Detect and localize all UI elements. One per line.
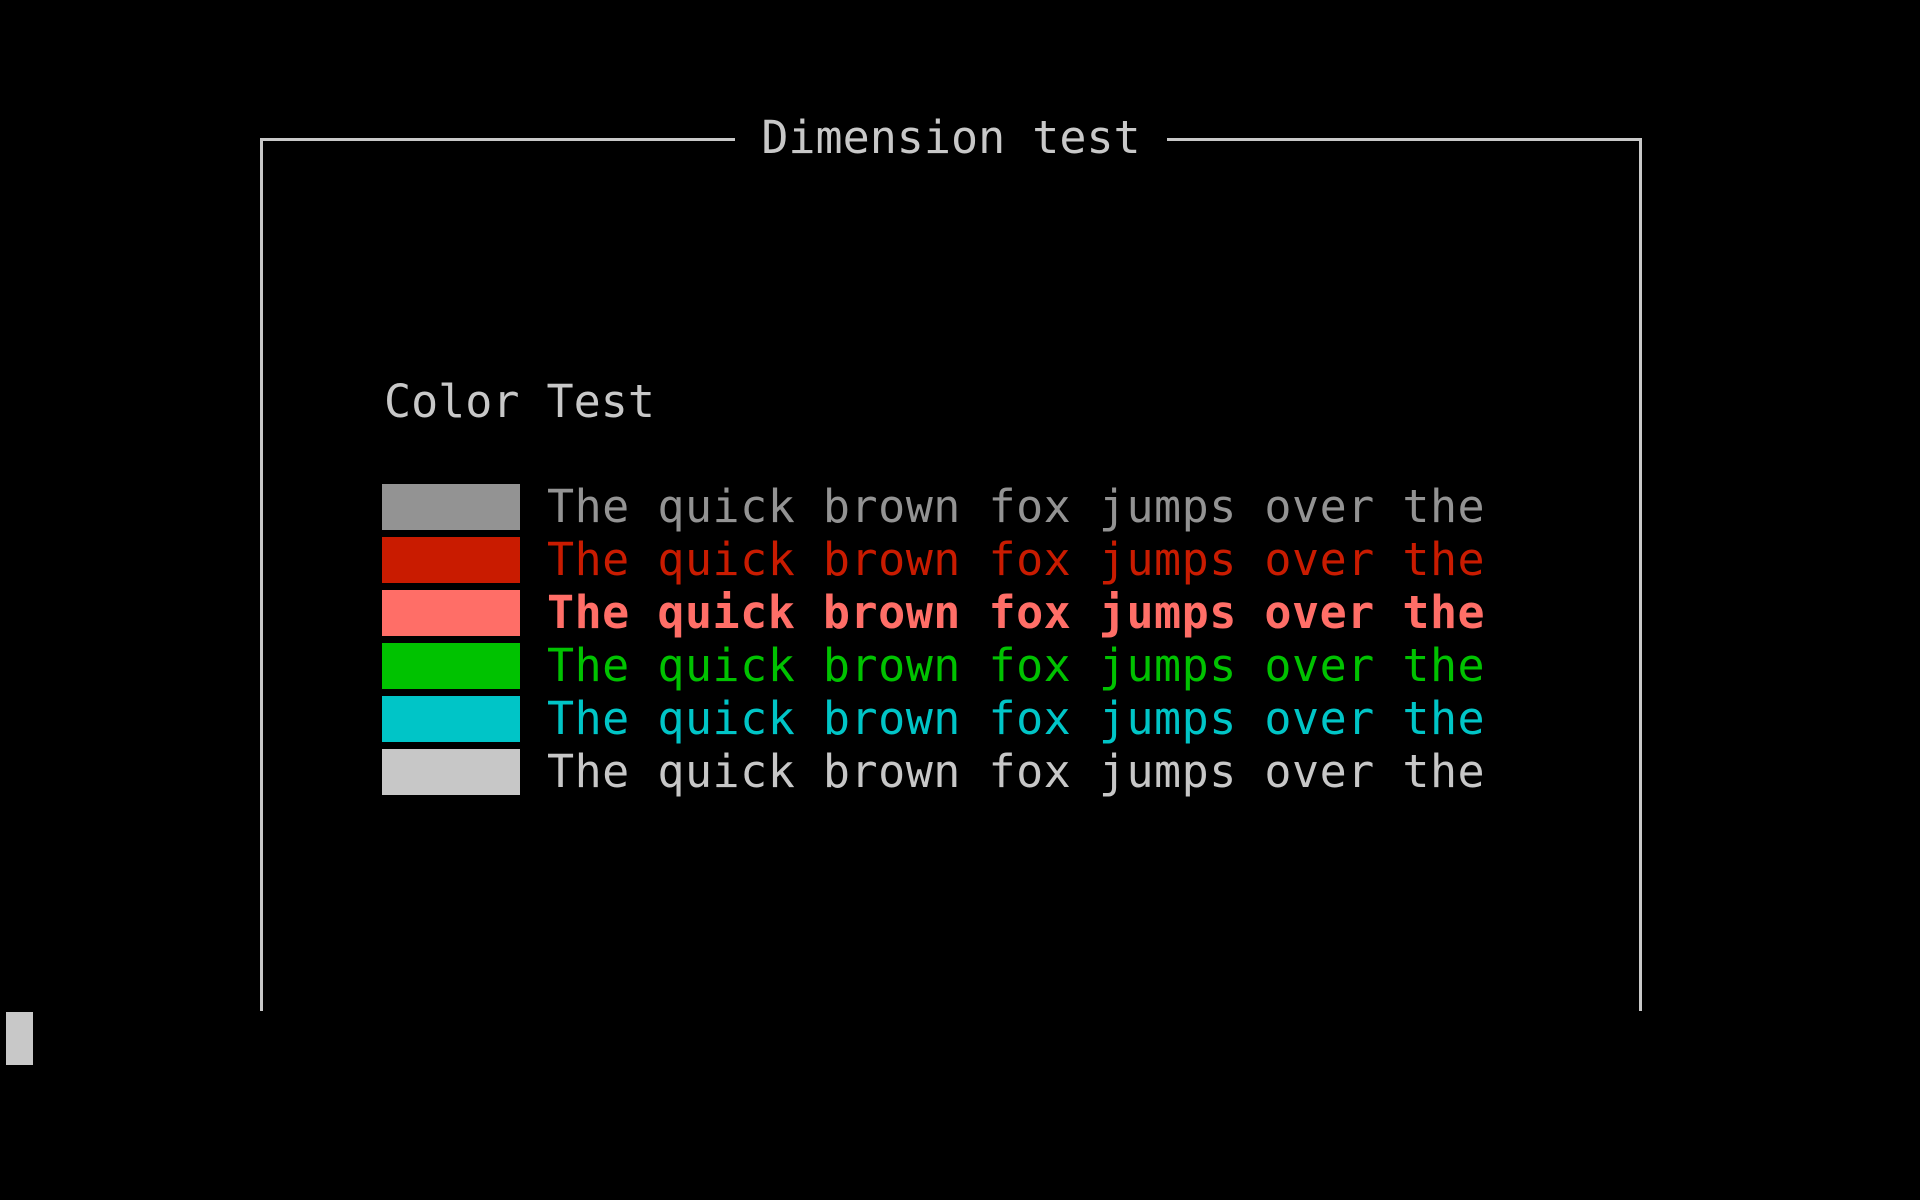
section-title: Color Test <box>384 375 655 428</box>
color-row-text: The quick brown fox jumps over the <box>547 480 1486 533</box>
color-row-text: The quick brown fox jumps over the <box>547 745 1486 798</box>
color-row-text: The quick brown fox jumps over the <box>547 533 1486 586</box>
color-row: The quick brown fox jumps over the <box>382 533 1485 586</box>
terminal-cursor <box>6 1012 33 1065</box>
frame-left-border <box>260 138 263 1011</box>
color-row-text: The quick brown fox jumps over the <box>547 639 1486 692</box>
color-row: The quick brown fox jumps over the <box>382 639 1485 692</box>
color-row-text: The quick brown fox jumps over the <box>547 692 1486 745</box>
color-row: The quick brown fox jumps over the <box>382 745 1485 798</box>
color-row: The quick brown fox jumps over the <box>382 586 1485 639</box>
color-row: The quick brown fox jumps over the <box>382 692 1485 745</box>
color-swatch <box>382 483 520 530</box>
color-test-list: The quick brown fox jumps over the The q… <box>382 480 1485 798</box>
color-swatch <box>382 536 520 583</box>
frame-right-border <box>1639 138 1642 1011</box>
color-swatch <box>382 695 520 742</box>
color-swatch <box>382 748 520 795</box>
terminal-window[interactable]: Dimension test Color Test The quick brow… <box>0 0 1920 1200</box>
color-swatch <box>382 642 520 689</box>
frame-top-border-left <box>260 138 735 141</box>
color-swatch <box>382 589 520 636</box>
color-row: The quick brown fox jumps over the <box>382 480 1485 533</box>
color-row-text: The quick brown fox jumps over the <box>547 586 1486 639</box>
frame-title: Dimension test <box>761 111 1141 164</box>
frame-top-border-right <box>1167 138 1642 141</box>
